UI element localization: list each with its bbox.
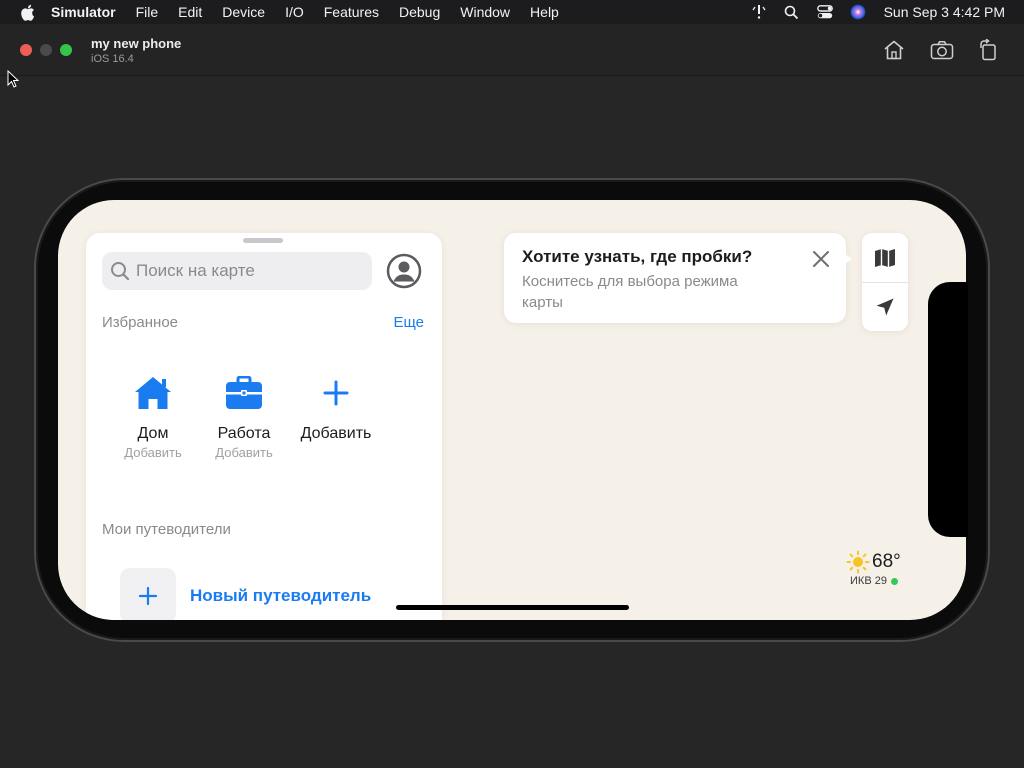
air-quality-index: ИКВ 29 xyxy=(850,575,887,587)
air-quality-indicator xyxy=(890,577,898,585)
favorite-work-label: Работа xyxy=(217,425,271,442)
favorite-home[interactable]: Дом Добавить xyxy=(108,373,198,460)
menu-bar-status-area: Sun Sep 3 4:42 PM xyxy=(749,0,1024,24)
favorite-work[interactable]: Работа Добавить xyxy=(199,373,289,460)
menu-edit[interactable]: Edit xyxy=(178,0,202,24)
rotate-icon[interactable] xyxy=(976,38,1000,62)
menu-help[interactable]: Help xyxy=(530,0,559,24)
account-avatar-icon[interactable] xyxy=(386,253,422,289)
favorite-home-label: Дом xyxy=(137,425,169,442)
favorite-add[interactable]: Добавить xyxy=(291,373,381,443)
menu-io[interactable]: I/O xyxy=(285,0,304,24)
home-indicator[interactable] xyxy=(396,605,629,610)
menu-features[interactable]: Features xyxy=(324,0,379,24)
menu-file[interactable]: File xyxy=(136,0,159,24)
window-close-button[interactable] xyxy=(20,44,32,56)
menu-bar: Simulator File Edit Device I/O Features … xyxy=(0,0,1024,24)
traffic-tip-title: Хотите узнать, где пробки? xyxy=(522,247,753,266)
new-guide-label[interactable]: Новый путеводитель xyxy=(190,586,371,606)
new-guide-button[interactable] xyxy=(120,568,176,620)
device-notch xyxy=(928,282,968,537)
house-icon xyxy=(108,373,198,413)
search-input[interactable] xyxy=(136,261,356,281)
search-field[interactable] xyxy=(102,252,372,290)
locate-me-button[interactable] xyxy=(862,282,908,331)
menu-device[interactable]: Device xyxy=(222,0,265,24)
menu-debug[interactable]: Debug xyxy=(399,0,440,24)
close-icon[interactable] xyxy=(811,249,831,269)
menu-app-name[interactable]: Simulator xyxy=(51,0,116,24)
simulator-title-bar: my new phone iOS 16.4 xyxy=(0,24,1024,76)
maps-search-panel: Избранное Еще Дом Добавить Работа Добави… xyxy=(86,233,442,620)
screenshot-icon[interactable] xyxy=(930,38,954,62)
favorites-title: Избранное xyxy=(102,314,179,331)
callout-pointer xyxy=(842,252,852,266)
window-minimize-button[interactable] xyxy=(40,44,52,56)
map-controls xyxy=(862,233,908,331)
mouse-cursor-icon xyxy=(7,70,19,88)
guides-title: Мои путеводители xyxy=(102,521,231,538)
menu-window[interactable]: Window xyxy=(460,0,510,24)
map-icon xyxy=(875,248,895,267)
favorite-add-label: Добавить xyxy=(300,425,372,442)
location-arrow-icon xyxy=(876,298,894,315)
panel-grabber-handle[interactable] xyxy=(243,238,283,243)
device-screen[interactable]: Избранное Еще Дом Добавить Работа Добави… xyxy=(58,200,966,620)
control-center-icon[interactable] xyxy=(815,2,835,22)
traffic-tip-callout[interactable]: Хотите узнать, где пробки? Коснитесь для… xyxy=(504,233,846,323)
menu-bar-clock[interactable]: Sun Sep 3 4:42 PM xyxy=(884,4,1005,20)
map-mode-button[interactable] xyxy=(862,233,908,282)
apple-logo-icon[interactable] xyxy=(17,2,37,22)
plus-icon xyxy=(138,586,158,606)
map-controls-divider xyxy=(862,282,908,283)
sun-icon xyxy=(846,550,870,574)
weather-temperature: 68° xyxy=(872,551,901,572)
traffic-tip-text: Коснитесь для выбора режима карты xyxy=(522,273,738,311)
favorite-home-sub: Добавить xyxy=(124,445,182,460)
weather-widget[interactable]: 68° ИКВ 29 xyxy=(846,550,908,594)
window-maximize-button[interactable] xyxy=(60,44,72,56)
window-title: my new phone xyxy=(91,36,182,51)
home-icon[interactable] xyxy=(882,38,906,62)
window-subtitle: iOS 16.4 xyxy=(91,53,134,65)
alert-icon[interactable] xyxy=(749,2,769,22)
plus-icon xyxy=(291,373,381,413)
magnifier-icon xyxy=(109,260,131,282)
briefcase-icon xyxy=(199,373,289,413)
favorites-more-link[interactable]: Еще xyxy=(393,314,424,331)
search-icon[interactable] xyxy=(782,2,802,22)
favorite-work-sub: Добавить xyxy=(215,445,273,460)
siri-icon[interactable] xyxy=(848,2,868,22)
